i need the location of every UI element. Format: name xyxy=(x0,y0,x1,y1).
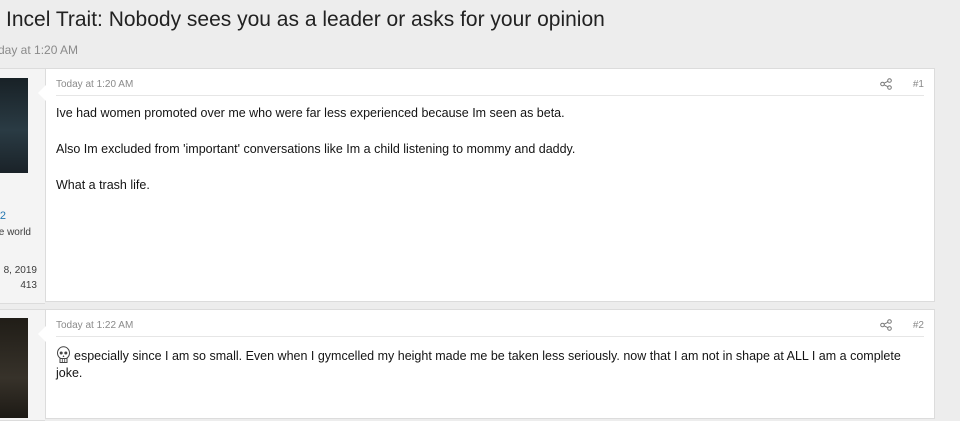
post-date[interactable]: Today at 1:20 AM xyxy=(56,79,133,90)
post-1: Today at 1:20 AM #1 Ive had women promot… xyxy=(38,68,935,302)
post-text: especially since I am so small. Even whe… xyxy=(56,349,901,380)
post-paragraph: Also Im excluded from 'important' conver… xyxy=(56,142,576,156)
post-arrow xyxy=(38,326,46,342)
username[interactable]: 2 xyxy=(0,210,6,222)
user-panel-1: 2 e world 8, 2019 413 xyxy=(0,68,45,304)
avatar[interactable] xyxy=(0,318,28,418)
post-arrow xyxy=(38,85,46,101)
skull-emoji-icon xyxy=(57,346,70,363)
joined-date: 8, 2019 xyxy=(3,265,37,276)
post-date[interactable]: Today at 1:22 AM xyxy=(56,320,133,331)
share-icon[interactable] xyxy=(880,78,892,90)
post-paragraph: What a trash life. xyxy=(56,178,150,192)
post-2: Today at 1:22 AM #2 especially since I a… xyxy=(38,309,935,419)
user-title: e world xyxy=(0,227,31,238)
post-number[interactable]: #1 xyxy=(913,79,924,90)
thread-title: Incel Trait: Nobody sees you as a leader… xyxy=(6,8,605,31)
post-body: especially since I am so small. Even whe… xyxy=(56,346,914,382)
post-paragraph: Ive had women promoted over me who were … xyxy=(56,106,565,120)
share-icon[interactable] xyxy=(880,319,892,331)
post-number[interactable]: #2 xyxy=(913,320,924,331)
thread-date[interactable]: day at 1:20 AM xyxy=(0,43,78,57)
post-header: Today at 1:20 AM #1 xyxy=(56,69,924,96)
post-count: 413 xyxy=(20,280,37,291)
post-header: Today at 1:22 AM #2 xyxy=(56,310,924,337)
avatar[interactable] xyxy=(0,78,28,173)
post-body: Ive had women promoted over me who were … xyxy=(56,105,914,213)
